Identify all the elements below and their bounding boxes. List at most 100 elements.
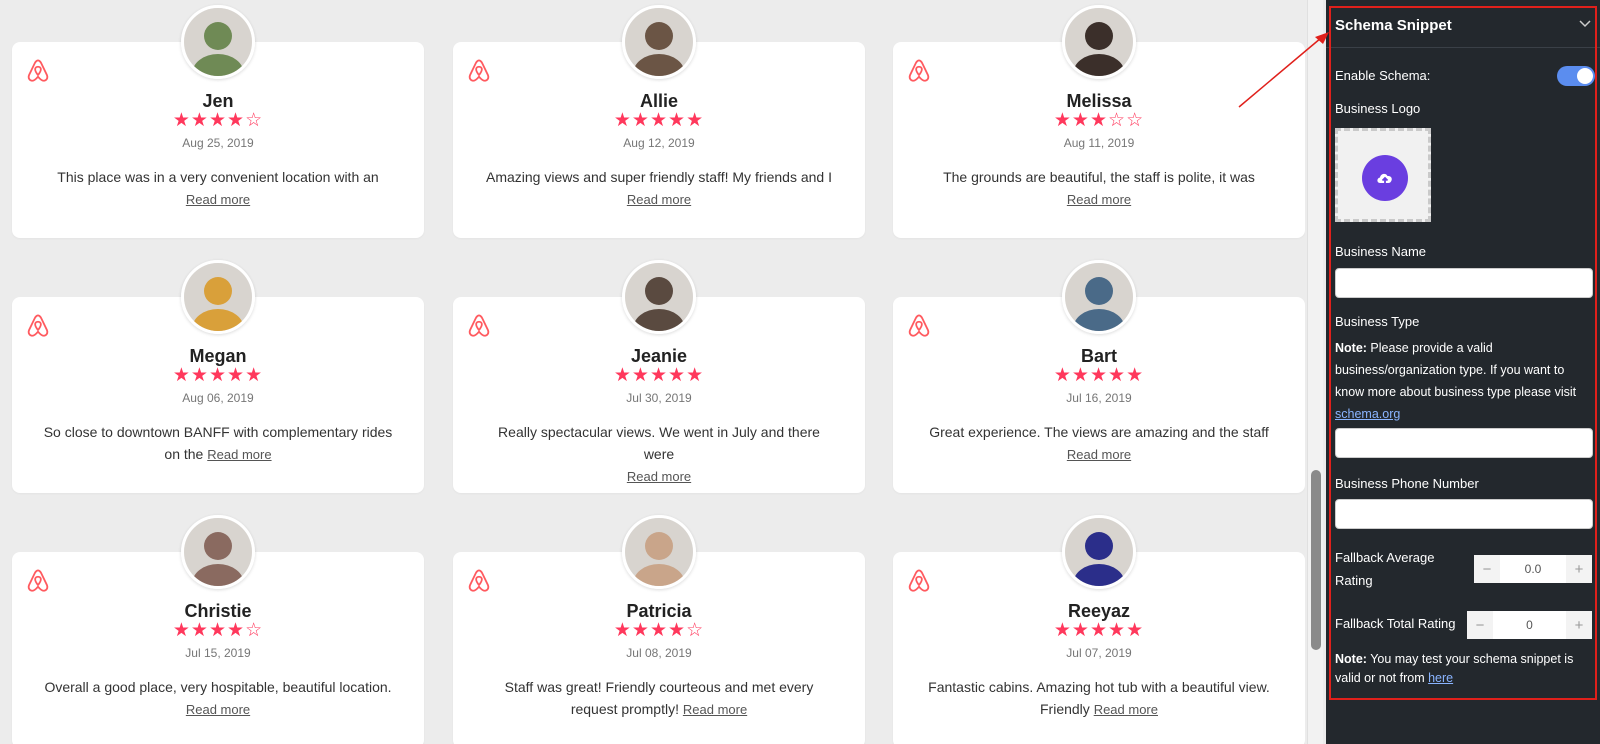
avatar xyxy=(622,260,696,334)
read-more-link[interactable]: Read more xyxy=(1067,192,1131,207)
increment-button[interactable]: + xyxy=(1566,611,1592,639)
star-filled-icon: ★ xyxy=(1108,365,1127,386)
phone-label: Business Phone Number xyxy=(1335,476,1479,491)
increment-button[interactable]: + xyxy=(1566,555,1592,583)
decrement-button[interactable]: − xyxy=(1467,611,1493,639)
star-filled-icon: ★ xyxy=(1089,620,1109,641)
star-filled-icon: ★ xyxy=(613,110,632,131)
read-more-link[interactable]: Read more xyxy=(683,702,747,717)
star-filled-icon: ★ xyxy=(172,110,191,131)
review-date: Jul 16, 2019 xyxy=(1066,391,1132,405)
airbnb-logo-icon xyxy=(906,312,932,340)
avatar xyxy=(1062,5,1136,79)
review-card: Jen ★★★★☆ Aug 25, 2019 This place was in a … xyxy=(12,5,424,238)
reviewer-name: Jen xyxy=(202,91,234,111)
decrement-button[interactable]: − xyxy=(1474,555,1500,583)
business-type-input[interactable] xyxy=(1335,428,1593,458)
read-more-link[interactable]: Read more xyxy=(186,702,250,717)
read-more-link[interactable]: Read more xyxy=(186,192,250,207)
star-empty-icon: ☆ xyxy=(1108,110,1127,131)
read-more-link[interactable]: Read more xyxy=(627,469,691,484)
star-filled-icon: ★ xyxy=(649,620,669,641)
fallback-average-label: Fallback Average Rating xyxy=(1335,550,1435,588)
star-filled-icon: ★ xyxy=(1053,620,1072,641)
business-type-note: Note: Please provide a valid business/or… xyxy=(1335,337,1595,425)
upload-button[interactable] xyxy=(1362,155,1408,201)
review-date: Aug 25, 2019 xyxy=(182,136,254,150)
scroll-thumb[interactable] xyxy=(1311,470,1321,650)
enable-schema-label: Enable Schema: xyxy=(1335,68,1431,83)
star-empty-icon: ☆ xyxy=(1126,110,1145,131)
business-name-label: Business Name xyxy=(1335,244,1427,259)
star-filled-icon: ★ xyxy=(1053,365,1072,386)
read-more-link[interactable]: Read more xyxy=(1094,702,1158,717)
review-date: Aug 06, 2019 xyxy=(182,391,254,405)
read-more-link[interactable]: Read more xyxy=(1067,447,1131,462)
star-rating: ★★★★★ xyxy=(893,621,1305,641)
star-filled-icon: ★ xyxy=(613,365,632,386)
avatar xyxy=(181,515,255,589)
reviewer-name: Bart xyxy=(1080,346,1117,366)
business-type-label: Business Type xyxy=(1335,314,1420,329)
airbnb-logo-icon xyxy=(466,57,492,85)
star-rating: ★★★★☆ xyxy=(12,621,424,641)
note-bold: Note: xyxy=(1335,652,1367,666)
star-filled-icon: ★ xyxy=(631,620,650,641)
review-text: Fantastic cabins. Amazing hot tub with a… xyxy=(923,676,1275,721)
review-date: Aug 11, 2019 xyxy=(1063,136,1135,150)
star-filled-icon: ★ xyxy=(1071,110,1090,131)
star-filled-icon: ★ xyxy=(686,365,705,386)
star-rating: ★★★★★ xyxy=(12,366,424,386)
stepper-value[interactable]: 0.0 xyxy=(1500,562,1566,576)
star-filled-icon: ★ xyxy=(245,365,264,386)
enable-schema-toggle[interactable] xyxy=(1557,66,1595,86)
schema-org-link[interactable]: schema.org xyxy=(1335,407,1400,421)
review-text: This place was in a very convenient loca… xyxy=(42,166,394,211)
airbnb-logo-icon xyxy=(906,567,932,595)
star-filled-icon: ★ xyxy=(1126,365,1145,386)
star-filled-icon: ★ xyxy=(190,110,209,131)
test-here-link[interactable]: here xyxy=(1428,671,1453,685)
star-filled-icon: ★ xyxy=(208,365,228,386)
chevron-down-icon[interactable] xyxy=(1578,17,1592,31)
review-date: Jul 08, 2019 xyxy=(626,646,692,660)
star-filled-icon: ★ xyxy=(190,620,209,641)
star-filled-icon: ★ xyxy=(649,365,669,386)
stepper-value[interactable]: 0 xyxy=(1493,618,1566,632)
star-filled-icon: ★ xyxy=(1071,365,1090,386)
fallback-average-stepper[interactable]: − 0.0 + xyxy=(1474,555,1592,583)
read-more-link[interactable]: Read more xyxy=(207,447,271,462)
business-logo-dropzone[interactable] xyxy=(1335,128,1431,222)
airbnb-logo-icon xyxy=(25,57,51,85)
phone-input[interactable] xyxy=(1335,499,1593,529)
star-rating: ★★★★☆ xyxy=(453,621,865,641)
annotation-arrow xyxy=(1238,32,1329,108)
reviewer-name: Patricia xyxy=(626,601,692,621)
review-card: Reeyaz ★★★★★ Jul 07, 2019 Fantastic cabins.… xyxy=(893,515,1305,744)
review-body: Really spectacular views. We went in Jul… xyxy=(498,424,820,462)
read-more-link[interactable]: Read more xyxy=(627,192,691,207)
toggle-knob xyxy=(1577,68,1593,84)
star-filled-icon: ★ xyxy=(686,110,705,131)
star-filled-icon: ★ xyxy=(227,365,246,386)
star-filled-icon: ★ xyxy=(1089,110,1109,131)
review-card: Patricia ★★★★☆ Jul 08, 2019 Staff was great… xyxy=(453,515,865,744)
reviewer-name: Jeanie xyxy=(630,346,688,366)
reviews-grid: Jen ★★★★☆ Aug 25, 2019 This place was in a … xyxy=(0,0,1305,744)
schema-snippet-panel: Schema Snippet Enable Schema: Business L… xyxy=(1326,0,1600,744)
airbnb-logo-icon xyxy=(466,312,492,340)
star-filled-icon: ★ xyxy=(1053,110,1072,131)
panel-header[interactable]: Schema Snippet xyxy=(1326,0,1600,48)
star-filled-icon: ★ xyxy=(208,110,228,131)
fallback-total-label: Fallback Total Rating xyxy=(1335,616,1456,631)
airbnb-logo-icon xyxy=(906,57,932,85)
airbnb-logo-icon xyxy=(466,567,492,595)
note-bold: Note: xyxy=(1335,341,1367,355)
star-filled-icon: ★ xyxy=(1108,620,1127,641)
business-name-input[interactable] xyxy=(1335,268,1593,298)
fallback-total-stepper[interactable]: − 0 + xyxy=(1467,611,1592,639)
review-body: This place was in a very convenient loca… xyxy=(57,169,379,185)
avatar xyxy=(181,5,255,79)
star-filled-icon: ★ xyxy=(613,620,632,641)
reviewer-name: Allie xyxy=(639,91,678,111)
